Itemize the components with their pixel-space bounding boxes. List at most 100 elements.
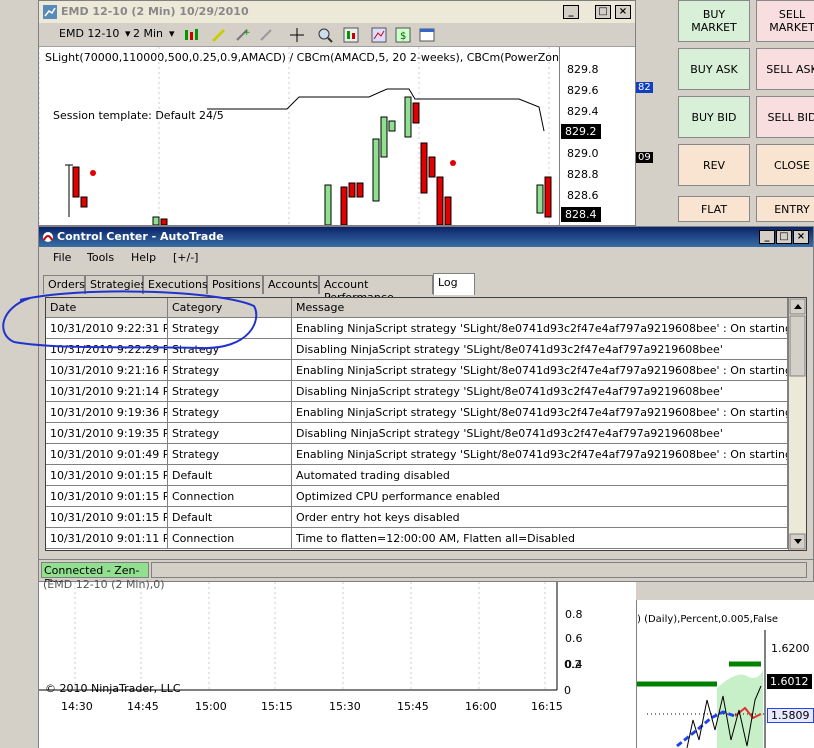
menu-expand[interactable]: [+/-] [173, 251, 198, 264]
category-cell: Strategy [168, 381, 292, 402]
add-indicator-icon[interactable]: + [235, 27, 251, 43]
data-box-icon[interactable] [343, 27, 359, 43]
control-center-window: Control Center - AutoTrade _ □ × File To… [38, 226, 814, 590]
x-tick: 14:45 [127, 700, 159, 713]
close-button[interactable]: × [793, 230, 809, 244]
chart-title-bar: EMD 12-10 (2 Min) 10/29/2010 _ □ × [39, 1, 635, 23]
zoom-icon[interactable] [317, 27, 333, 43]
maximize-button[interactable]: □ [776, 230, 792, 244]
message-cell: Optimized CPU performance enabled [292, 486, 788, 507]
sell-market-button[interactable]: SELL MARKET [756, 0, 814, 42]
current-price-marker: 1.6012 [767, 674, 812, 689]
minimize-button[interactable]: _ [563, 5, 579, 19]
dollar-icon[interactable]: $ [395, 27, 411, 43]
category-cell: Strategy [168, 318, 292, 339]
vertical-scrollbar[interactable] [788, 298, 806, 550]
tab-orders[interactable]: Orders [43, 275, 85, 294]
control-center-title-bar: Control Center - AutoTrade _ □ × [39, 227, 813, 247]
buy-ask-button[interactable]: BUY ASK [678, 48, 750, 90]
column-header-category[interactable]: Category [168, 298, 292, 318]
table-row[interactable]: 10/31/2010 9:01:11 P Connection Time to … [46, 528, 788, 549]
table-row[interactable]: 10/31/2010 9:01:49 P Strategy Enabling N… [46, 444, 788, 465]
menu-file[interactable]: File [53, 251, 71, 264]
date-cell: 10/31/2010 9:01:15 P [46, 507, 168, 528]
buy-bid-button[interactable]: BUY BID [678, 96, 750, 138]
window-icon[interactable] [419, 27, 435, 43]
tab-positions[interactable]: Positions [207, 275, 263, 294]
interval-selector[interactable]: 2 Min [133, 27, 163, 40]
sell-bid-button[interactable]: SELL BID [756, 96, 814, 138]
table-row[interactable]: 10/31/2010 9:21:14 P Strategy Disabling … [46, 381, 788, 402]
lower-plot [39, 582, 558, 691]
price-tick: 829.4 [567, 105, 599, 118]
instrument-selector[interactable]: EMD 12-10 [59, 27, 119, 40]
svg-text:$: $ [400, 31, 406, 42]
y-tick: 0.6 [565, 632, 583, 645]
remove-drawing-icon[interactable] [259, 27, 275, 43]
date-cell: 10/31/2010 9:19:36 P [46, 402, 168, 423]
price-tick: 829.0 [567, 147, 599, 160]
category-cell: Strategy [168, 339, 292, 360]
maximize-button[interactable]: □ [595, 5, 611, 19]
price-tick: 829.6 [567, 84, 599, 97]
message-cell: Order entry hot keys disabled [292, 507, 788, 528]
fx-chart[interactable]: ) (Daily),Percent,0.005,False 1.6200 1.6… [636, 600, 814, 748]
last-price-marker: 828.4 [561, 207, 601, 222]
tab-accounts[interactable]: Accounts [263, 275, 319, 294]
buy-market-button[interactable]: BUY MARKET [678, 0, 750, 42]
table-row[interactable]: 10/31/2010 9:19:36 P Strategy Enabling N… [46, 402, 788, 423]
x-tick: 15:45 [397, 700, 429, 713]
x-tick: 16:00 [465, 700, 497, 713]
column-header-message[interactable]: Message [292, 298, 788, 318]
chevron-down-icon[interactable]: ▾ [125, 27, 131, 40]
chart-trader-panel: 82 09 BUY MARKET SELL MARKET BUY ASK SEL… [636, 0, 814, 226]
message-cell: Automated trading disabled [292, 465, 788, 486]
category-cell: Strategy [168, 423, 292, 444]
table-row[interactable]: 10/31/2010 9:01:15 P Default Order entry… [46, 507, 788, 528]
sell-ask-button[interactable]: SELL ASK [756, 48, 814, 90]
tab-strategies[interactable]: Strategies [85, 275, 146, 294]
tab-executions[interactable]: Executions [143, 275, 208, 294]
price-tick: 1.6200 [771, 642, 810, 655]
menu-tools[interactable]: Tools [87, 251, 114, 264]
menu-help[interactable]: Help [131, 251, 156, 264]
y-tick: 0.2 [564, 658, 582, 671]
date-cell: 10/31/2010 9:01:15 P [46, 465, 168, 486]
message-cell: Enabling NinjaScript strategy 'SLight/8e… [292, 318, 788, 339]
lower-indicator-chart[interactable]: (EMD 12-10 (2 Min),0) 0.8 0.6 0.4 © 2010… [38, 578, 636, 748]
chevron-down-icon[interactable]: ▾ [169, 27, 175, 40]
y-tick: 0.8 [565, 608, 583, 621]
date-cell: 10/31/2010 9:01:49 P [46, 444, 168, 465]
column-header-date[interactable]: Date [46, 298, 168, 318]
table-row[interactable]: 10/31/2010 9:01:15 P Default Automated t… [46, 465, 788, 486]
entry-button[interactable]: ENTRY [756, 196, 814, 222]
category-cell: Default [168, 465, 292, 486]
x-tick: 16:15 [531, 700, 563, 713]
price-tick: 828.8 [567, 168, 599, 181]
message-cell: Disabling NinjaScript strategy 'SLight/8… [292, 339, 788, 360]
x-tick: 15:00 [195, 700, 227, 713]
category-cell: Default [168, 507, 292, 528]
table-row[interactable]: 10/31/2010 9:19:35 P Strategy Disabling … [46, 423, 788, 444]
chart-icon [43, 5, 57, 19]
table-row[interactable]: 10/31/2010 9:21:16 P Strategy Enabling N… [46, 360, 788, 381]
tab-account-performance[interactable]: Account Performance [319, 275, 433, 304]
crosshair-icon[interactable] [289, 27, 305, 43]
table-row[interactable]: 10/31/2010 9:22:31 P Strategy Enabling N… [46, 318, 788, 339]
reverse-button[interactable]: REV [678, 144, 750, 186]
close-position-button[interactable]: CLOSE [756, 144, 814, 186]
svg-text:+: + [243, 28, 251, 38]
price-chart[interactable]: SLight(70000,110000,500,0.25,0.9,AMACD) … [39, 47, 635, 225]
category-cell: Strategy [168, 402, 292, 423]
minimize-button[interactable]: _ [759, 230, 775, 244]
table-row[interactable]: 10/31/2010 9:22:29 P Strategy Disabling … [46, 339, 788, 360]
x-tick: 14:30 [61, 700, 93, 713]
flat-button[interactable]: FLAT [678, 196, 750, 222]
tab-log[interactable]: Log [433, 273, 475, 295]
candlestick-plot [39, 47, 552, 225]
pencil-icon[interactable] [211, 27, 227, 43]
close-button[interactable]: × [615, 5, 631, 19]
table-row[interactable]: 10/31/2010 9:01:15 P Connection Optimize… [46, 486, 788, 507]
chart-properties-icon[interactable] [371, 27, 387, 43]
candlestick-icon[interactable] [183, 27, 199, 43]
